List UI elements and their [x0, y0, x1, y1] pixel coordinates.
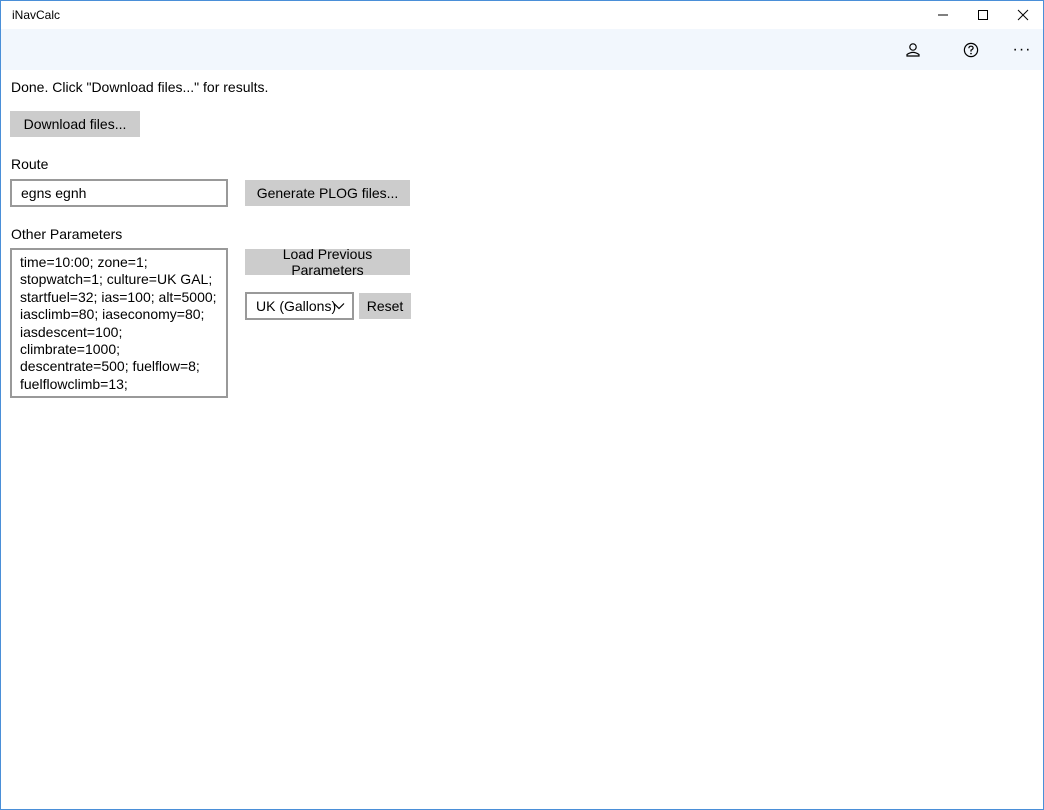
route-label: Route	[11, 156, 49, 172]
status-message: Done. Click "Download files..." for resu…	[11, 79, 269, 95]
app-title: iNavCalc	[12, 8, 61, 22]
other-parameters-label: Other Parameters	[11, 226, 123, 242]
help-button[interactable]	[951, 29, 991, 70]
command-bar: ···	[1, 29, 1043, 70]
app-window: iNavCalc ··· Done. Click "Download files…	[0, 0, 1044, 810]
maximize-icon	[978, 10, 988, 20]
maximize-button[interactable]	[963, 1, 1003, 29]
parameters-textarea[interactable]: time=10:00; zone=1; stopwatch=1; culture…	[10, 248, 228, 398]
close-icon	[1017, 9, 1029, 21]
chevron-down-icon	[333, 303, 345, 310]
close-button[interactable]	[1003, 1, 1043, 29]
title-bar[interactable]: iNavCalc	[1, 1, 1043, 29]
person-icon	[906, 42, 920, 57]
generate-plog-button[interactable]: Generate PLOG files...	[245, 180, 410, 206]
route-input[interactable]	[10, 179, 228, 207]
minimize-icon	[938, 14, 948, 16]
more-button[interactable]: ···	[1002, 29, 1042, 70]
units-selected-value: UK (Gallons)	[256, 298, 337, 314]
minimize-button[interactable]	[923, 1, 963, 29]
units-dropdown[interactable]: UK (Gallons)	[245, 292, 354, 320]
reset-button[interactable]: Reset	[359, 293, 411, 319]
account-button[interactable]	[893, 29, 933, 70]
load-previous-parameters-button[interactable]: Load Previous Parameters	[245, 246, 410, 278]
download-files-button[interactable]: Download files...	[10, 111, 140, 137]
more-icon: ···	[1012, 40, 1032, 58]
help-icon	[963, 42, 979, 57]
